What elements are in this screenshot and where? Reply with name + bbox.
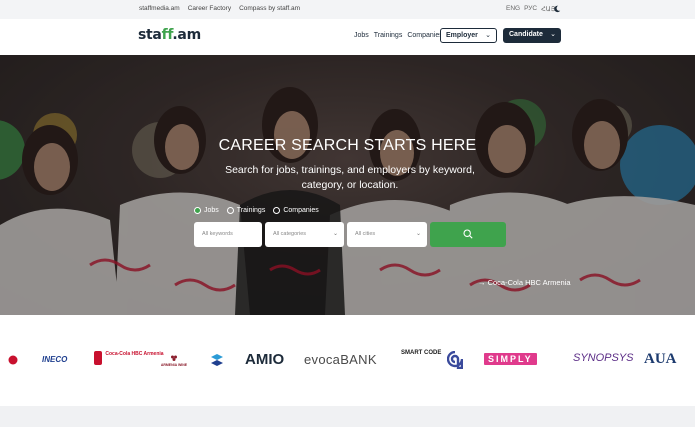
partner-logo-simply[interactable]: SIMPLY [484,353,537,365]
hero-title: CAREER SEARCH STARTS HERE [218,137,477,154]
partner-logo-armenia-wine[interactable]: ARMENIA WINE [157,353,191,367]
hero-photo-credit-link[interactable]: → Coca-Cola HBC Armenia [478,278,571,287]
radio-companies[interactable]: Companies [273,207,319,214]
logo-text-mid: ff [161,27,173,43]
partner-logo-coca-cola[interactable]: Coca-Cola HBC Armenia [94,351,164,365]
partner-logo-aua[interactable]: AUA [644,351,677,368]
chevron-down-icon: ⌄ [485,32,491,39]
main-nav: Jobs Trainings Companies [354,32,443,39]
radio-jobs-label: Jobs [204,207,219,214]
link-career-factory[interactable]: Career Factory [188,5,231,12]
partner-name: INECO [42,355,68,364]
partner-name: Coca-Cola HBC Armenia [105,351,164,357]
partner-name: SYNOPSYS [573,352,634,364]
partner-name: AMIO [245,351,285,368]
partner-name: evocaBANK [304,352,377,367]
cities-value: All cities [355,231,376,237]
partner-name: AUA [644,351,677,367]
footer-band [0,406,695,427]
search-type-radios: Jobs Trainings Companies [194,207,319,214]
partner-logo-red-icon[interactable] [8,355,18,365]
partner-logo-evocabank[interactable]: evocaBANK [304,352,377,367]
site-logo[interactable]: staff.am [138,27,201,43]
partner-name: SIMPLY [484,353,537,365]
radio-trainings-label: Trainings [236,207,266,214]
employer-dropdown[interactable]: Employer ⌄ [440,28,497,43]
main-header: staff.am Jobs Trainings Companies Employ… [0,19,695,55]
lang-rus[interactable]: РУС [524,5,537,13]
radio-jobs[interactable]: Jobs [194,207,219,214]
language-switcher: ENG РУС ՀԱՅ [506,5,556,13]
radio-dot [273,207,281,214]
hero-banner: CAREER SEARCH STARTS HERE Search for job… [0,55,695,315]
logo-text-start: sta [138,27,162,43]
categories-select[interactable]: All categories ⌄ [265,222,344,247]
moon-icon[interactable] [553,5,561,13]
chevron-down-icon: ⌄ [550,31,556,38]
link-compass[interactable]: Compass by staff.am [239,5,300,12]
partner-logo-smart-code[interactable]: SMART CODE [401,350,441,357]
keywords-placeholder: All keywords [202,231,233,237]
cities-select[interactable]: All cities ⌄ [347,222,427,247]
radio-trainings[interactable]: Trainings [226,207,266,214]
keywords-input[interactable]: All keywords [194,222,262,247]
nav-jobs[interactable]: Jobs [354,32,369,39]
categories-value: All categories [273,231,307,237]
candidate-label: Candidate [509,31,543,38]
partner-logo-blue-mark-icon[interactable] [210,353,224,367]
hero-subtitle: Search for jobs, trainings, and employer… [225,164,475,191]
nav-trainings[interactable]: Trainings [374,32,403,39]
link-staffmedia[interactable]: staffmedia.am [139,5,180,12]
partner-logo-ineco[interactable]: INECO [42,355,67,364]
bottle-icon [94,351,102,365]
radio-dot [194,207,201,214]
utility-bar: staffmedia.am Career Factory Compass by … [0,0,695,19]
nav-companies[interactable]: Companies [407,32,442,39]
chevron-down-icon: ⌄ [415,231,421,237]
partner-name: ARMENIA WINE [160,363,188,367]
chevron-down-icon: ⌄ [332,231,338,237]
logo-text-end: .am [172,27,201,43]
partner-logo-synopsys[interactable]: SYNOPSYS [573,352,634,364]
search-icon [463,229,473,239]
candidate-dropdown[interactable]: Candidate ⌄ [503,28,561,43]
employer-label: Employer [446,32,478,39]
radio-dot [226,207,234,214]
grape-icon [171,355,177,361]
search-button[interactable] [430,222,506,247]
lang-eng[interactable]: ENG [506,5,520,13]
partner-logo-amio[interactable]: AMIO [245,351,284,368]
partner-name: SMART CODE [401,350,442,356]
utility-links: staffmedia.am Career Factory Compass by … [139,5,300,12]
partner-logos-strip: INECO Coca-Cola HBC Armenia ARMENIA WINE… [0,315,695,406]
radio-companies-label: Companies [283,207,319,214]
partner-logo-a-mark-icon[interactable] [447,351,463,369]
